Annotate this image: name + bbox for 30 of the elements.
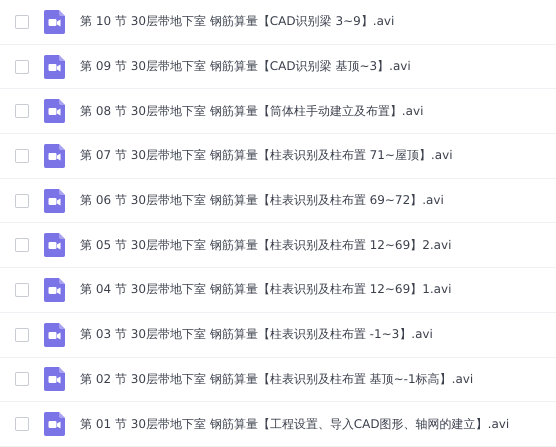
checkbox[interactable] [15,282,29,297]
file-name[interactable]: 第 01 节 30层带地下室 钢筋算量【工程设置、导入CAD图形、轴网的建立】.avi [80,416,510,433]
video-file-icon [44,54,65,79]
file-name[interactable]: 第 07 节 30层带地下室 钢筋算量【柱表识别及柱布置 71~屋顶】.avi [80,147,453,164]
checkbox[interactable] [15,372,29,386]
checkbox[interactable] [15,14,29,29]
video-file-icon [44,322,65,347]
video-file-icon [44,233,65,258]
file-name[interactable]: 第 05 节 30层带地下室 钢筋算量【柱表识别及柱布置 12~69】2.avi [80,236,452,254]
file-name[interactable]: 第 04 节 30层带地下室 钢筋算量【柱表识别及柱布置 12~69】1.avi [80,281,452,298]
file-name[interactable]: 第 08 节 30层带地下室 钢筋算量【筒体柱手动建立及布置】.avi [80,102,424,120]
checkbox[interactable] [15,417,29,432]
video-file-icon [44,144,65,168]
checkbox[interactable] [15,60,29,74]
file-name[interactable]: 第 06 节 30层带地下室 钢筋算量【柱表识别及柱布置 69~72】.avi [80,192,444,210]
video-file-icon [44,10,65,34]
video-file-icon [44,99,65,124]
video-file-icon [44,412,65,436]
file-name[interactable]: 第 03 节 30层带地下室 钢筋算量【柱表识别及柱布置 -1~3】.avi [80,326,433,344]
checkbox[interactable] [15,194,29,208]
checkbox[interactable] [15,328,29,342]
video-file-icon [44,188,65,213]
checkbox[interactable] [15,238,29,252]
file-name[interactable]: 第 10 节 30层带地下室 钢筋算量【CAD识别梁 3~9】.avi [80,13,394,30]
file-name[interactable]: 第 09 节 30层带地下室 钢筋算量【CAD识别梁 基顶~3】.avi [80,58,411,76]
checkbox[interactable] [15,148,29,163]
video-file-icon [44,367,65,392]
checkbox[interactable] [15,104,29,118]
file-name[interactable]: 第 02 节 30层带地下室 钢筋算量【柱表识别及柱布置 基顶~-1标高】.avi [80,370,474,388]
video-file-icon [44,278,65,302]
